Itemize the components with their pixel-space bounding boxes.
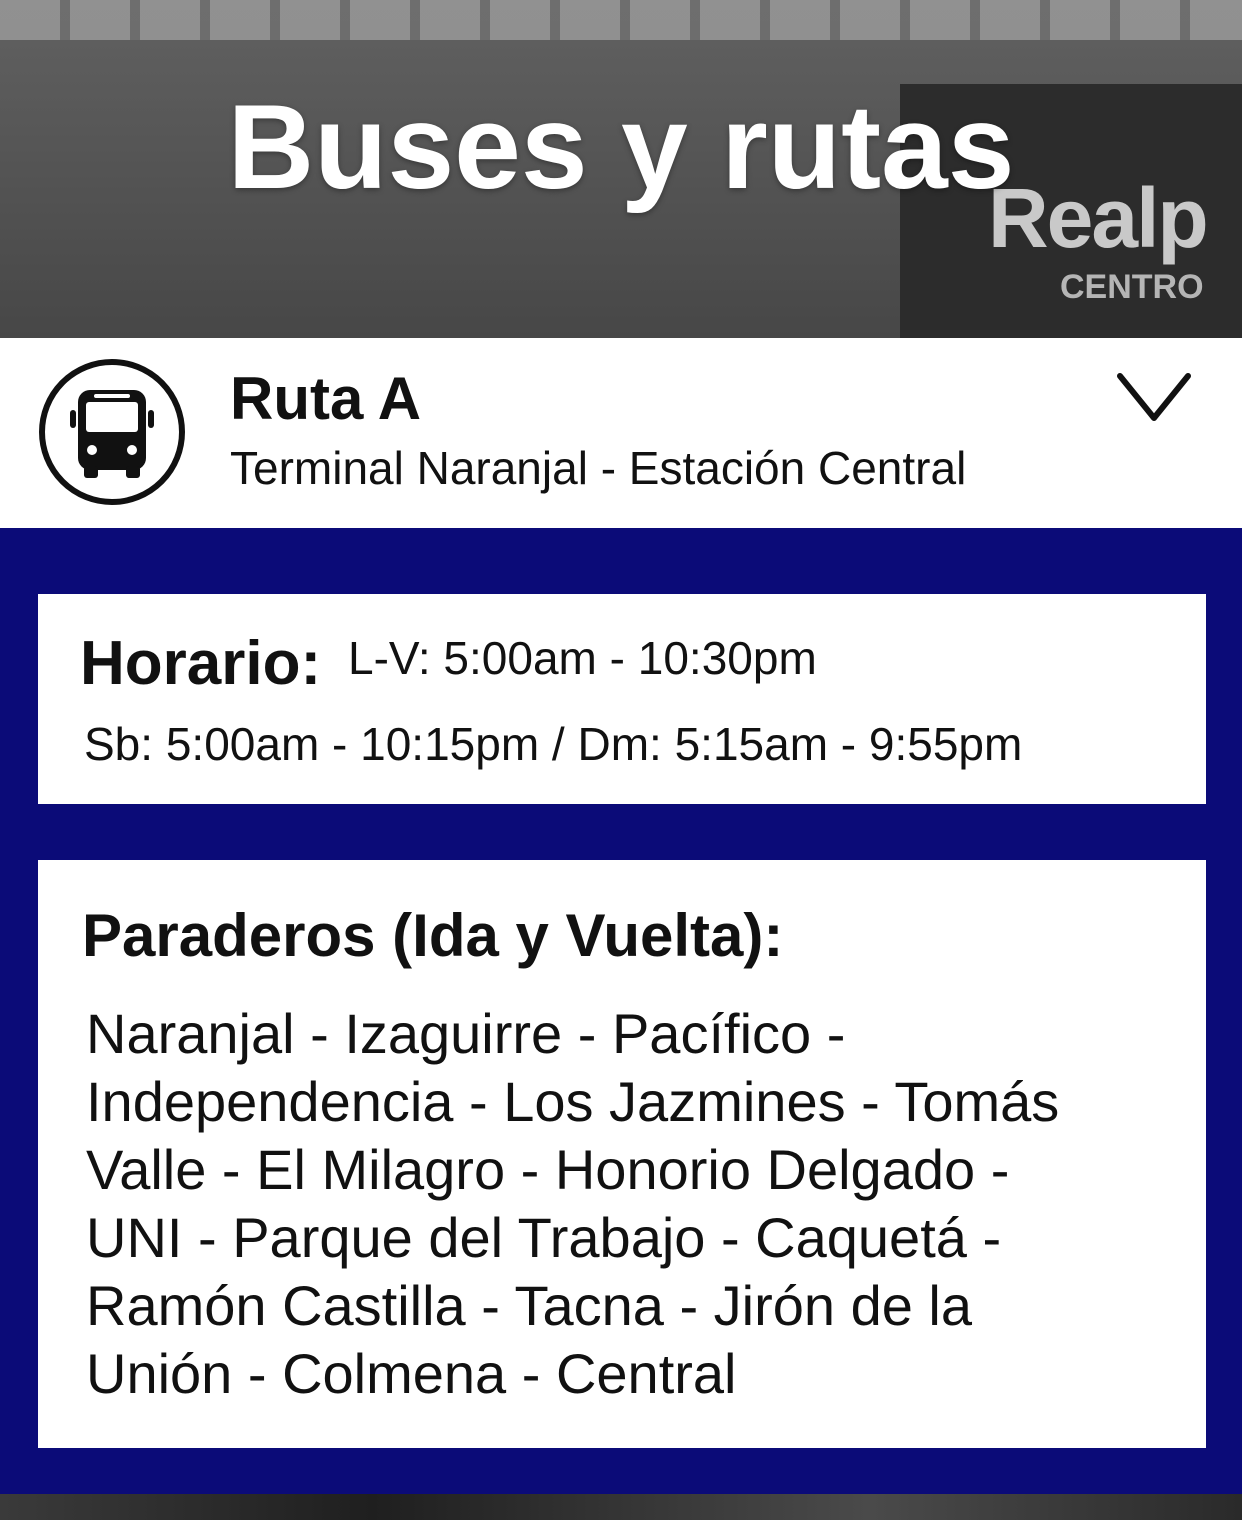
route-header-row[interactable]: Ruta A Terminal Naranjal - Estación Cent… bbox=[0, 338, 1242, 528]
chevron-down-icon[interactable] bbox=[1116, 368, 1192, 428]
background-sign-subtext: CENTRO bbox=[1060, 268, 1204, 306]
app-screen: Realp CENTRO Buses y rutas Ruta A Termin… bbox=[0, 0, 1242, 1520]
route-description: Terminal Naranjal - Estación Central bbox=[230, 442, 967, 494]
schedule-weekend: Sb: 5:00am - 10:15pm / Dm: 5:15am - 9:55… bbox=[84, 718, 1023, 770]
stops-card: Paraderos (Ida y Vuelta): Naranjal - Iza… bbox=[38, 860, 1206, 1448]
background-photo-windows bbox=[0, 0, 1242, 40]
stops-line: UNI - Parque del Trabajo - Caquetá - bbox=[86, 1206, 1002, 1269]
stops-line: Naranjal - Izaguirre - Pacífico - bbox=[86, 1002, 846, 1065]
stops-list: Naranjal - Izaguirre - Pacífico - Indepe… bbox=[86, 1000, 1146, 1408]
stops-line: Independencia - Los Jazmines - Tomás bbox=[86, 1070, 1060, 1133]
background-photo-bottom bbox=[0, 1494, 1242, 1520]
route-details-panel: Horario: L-V: 5:00am - 10:30pm Sb: 5:00a… bbox=[0, 528, 1242, 1494]
page-title: Buses y rutas bbox=[227, 80, 1015, 214]
schedule-label: Horario: bbox=[80, 629, 322, 698]
stops-line: Ramón Castilla - Tacna - Jirón de la bbox=[86, 1274, 973, 1337]
schedule-weekdays: L-V: 5:00am - 10:30pm bbox=[348, 632, 817, 684]
schedule-card: Horario: L-V: 5:00am - 10:30pm Sb: 5:00a… bbox=[38, 594, 1206, 804]
stops-label: Paraderos (Ida y Vuelta): bbox=[82, 902, 784, 969]
route-name: Ruta A bbox=[230, 365, 422, 432]
header-banner: Realp CENTRO Buses y rutas bbox=[0, 0, 1242, 338]
stops-line: Valle - El Milagro - Honorio Delgado - bbox=[86, 1138, 1010, 1201]
stops-line: Unión - Colmena - Central bbox=[86, 1342, 737, 1405]
bus-icon bbox=[39, 359, 185, 505]
